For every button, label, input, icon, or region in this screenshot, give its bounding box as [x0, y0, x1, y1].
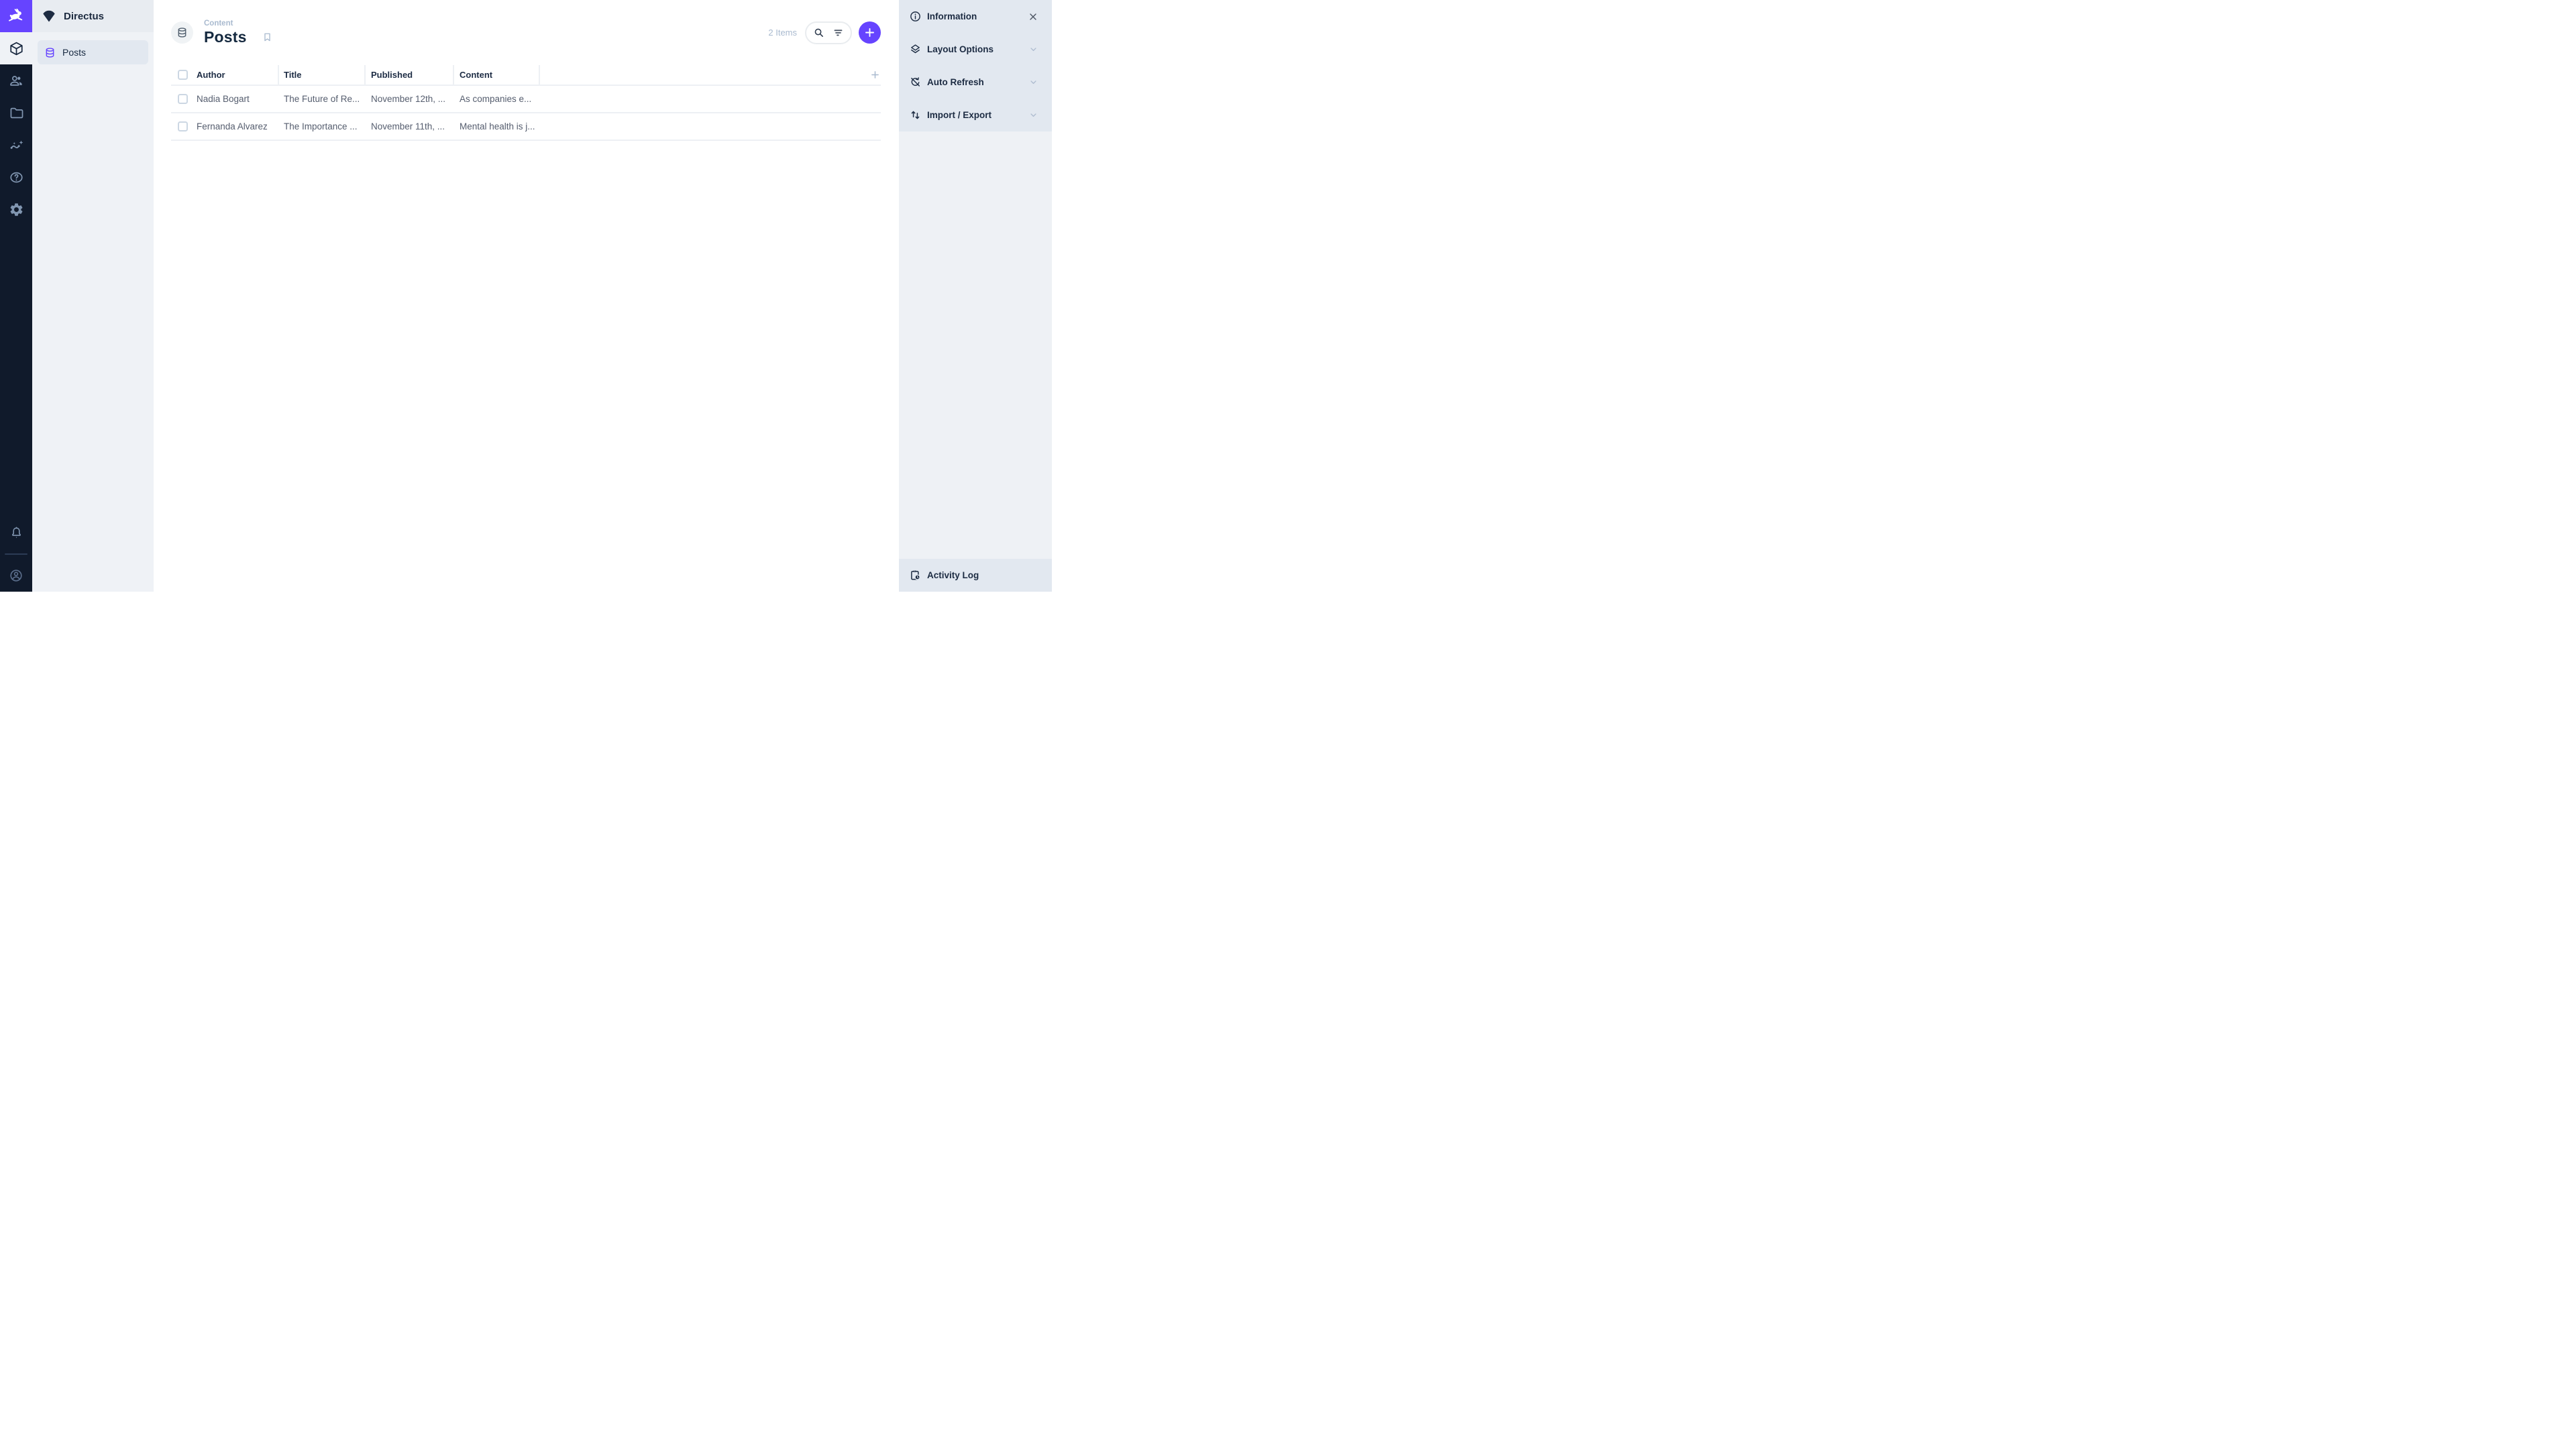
row-checkbox[interactable]: [178, 121, 188, 131]
title-block: Content Posts: [204, 19, 273, 46]
sidebar-section-label: Auto Refresh: [927, 77, 984, 87]
cell-published: November 12th, ...: [371, 94, 446, 104]
sidebar-section-layout-options[interactable]: Layout Options: [899, 33, 1052, 66]
nav-item-label: Posts: [62, 47, 87, 58]
notifications-button[interactable]: [0, 517, 32, 549]
column-header-author[interactable]: Author: [197, 70, 278, 80]
project-name: Directus: [64, 10, 105, 22]
row-select-cell: [171, 113, 197, 140]
row-select-cell: [171, 86, 197, 112]
table-header-row: Author Title Published Content: [171, 65, 881, 86]
chevron-down-icon[interactable]: [1028, 44, 1038, 54]
column-header-title[interactable]: Title: [278, 65, 364, 85]
cell-title: The Importance ...: [284, 121, 358, 131]
cell-published: November 11th, ...: [371, 121, 445, 131]
items-table: Author Title Published Content Nadia Bog…: [171, 65, 881, 141]
cell-content: As companies e...: [460, 94, 532, 104]
select-all-checkbox[interactable]: [178, 70, 188, 80]
module-files[interactable]: [0, 97, 32, 129]
column-header-content[interactable]: Content: [453, 65, 539, 85]
column-divider: [539, 65, 540, 85]
table-row[interactable]: Fernanda Alvarez The Importance ... Nove…: [171, 113, 881, 141]
page-title: Posts: [204, 28, 247, 46]
chevron-down-icon[interactable]: [1028, 110, 1038, 120]
sidebar-empty-area: [899, 131, 1052, 559]
module-content[interactable]: [0, 32, 32, 64]
plus-icon: [863, 26, 876, 39]
database-icon: [176, 27, 188, 38]
bell-icon: [9, 526, 23, 540]
activity-log-icon: [909, 569, 922, 582]
nav-item-posts[interactable]: Posts: [38, 40, 148, 64]
help-icon: [9, 170, 24, 185]
select-all-cell: [171, 65, 197, 85]
import-export-icon: [909, 109, 922, 121]
module-settings[interactable]: [0, 193, 32, 225]
row-checkbox[interactable]: [178, 94, 188, 104]
search-icon[interactable]: [812, 26, 825, 39]
filter-icon[interactable]: [832, 26, 845, 39]
sidebar-activity-log[interactable]: Activity Log: [899, 559, 1052, 592]
project-header[interactable]: Directus: [32, 0, 154, 32]
plus-icon: [869, 69, 881, 80]
add-item-button[interactable]: [859, 21, 881, 44]
items-count: 2 Items: [768, 28, 797, 38]
bookmark-icon[interactable]: [262, 32, 273, 43]
sidebar-section-auto-refresh[interactable]: Auto Refresh: [899, 66, 1052, 99]
close-icon[interactable]: [1028, 11, 1038, 22]
add-column-button[interactable]: [869, 69, 881, 80]
gear-icon: [9, 202, 24, 217]
module-users[interactable]: [0, 64, 32, 97]
layers-icon: [909, 43, 922, 56]
cell-author: Nadia Bogart: [197, 94, 250, 104]
table-row[interactable]: Nadia Bogart The Future of Re... Novembe…: [171, 86, 881, 113]
search-filter-pill: [805, 21, 852, 44]
collections-list: Posts: [32, 32, 154, 72]
directus-rabbit-icon: [6, 6, 26, 26]
module-bar-divider: [5, 553, 28, 555]
sync-disabled-icon: [909, 76, 922, 89]
sidebar-section-label: Import / Export: [927, 110, 992, 120]
account-button[interactable]: [0, 559, 32, 592]
account-circle-icon: [9, 568, 23, 583]
sidebar-section-information[interactable]: Information: [899, 0, 1052, 33]
right-sidebar: Information Layout Options Auto Refresh …: [899, 0, 1052, 592]
nav-panel: Directus Posts: [32, 0, 154, 592]
cell-content: Mental health is j...: [460, 121, 535, 131]
module-bar: [0, 0, 32, 592]
collection-icon-button[interactable]: [171, 21, 193, 44]
main-content: Content Posts 2 Items Author Title Publi…: [154, 0, 899, 592]
chevron-down-icon[interactable]: [1028, 77, 1038, 87]
database-icon: [44, 47, 56, 58]
fan-icon: [42, 9, 56, 23]
cell-title: The Future of Re...: [284, 94, 360, 104]
folder-icon: [9, 105, 24, 121]
box-icon: [9, 41, 24, 56]
column-header-published[interactable]: Published: [364, 65, 453, 85]
users-icon: [9, 73, 24, 89]
module-help[interactable]: [0, 161, 32, 193]
module-insights[interactable]: [0, 129, 32, 161]
directus-logo-button[interactable]: [0, 0, 32, 32]
module-bar-spacer: [0, 225, 32, 517]
activity-log-label: Activity Log: [927, 570, 979, 580]
info-icon: [909, 10, 922, 23]
insights-icon: [9, 138, 24, 153]
sidebar-section-import-export[interactable]: Import / Export: [899, 99, 1052, 131]
cell-author: Fernanda Alvarez: [197, 121, 268, 131]
sidebar-section-label: Layout Options: [927, 44, 994, 54]
sidebar-section-label: Information: [927, 11, 977, 21]
breadcrumb: Content: [204, 19, 233, 28]
page-header: Content Posts 2 Items: [154, 0, 899, 65]
